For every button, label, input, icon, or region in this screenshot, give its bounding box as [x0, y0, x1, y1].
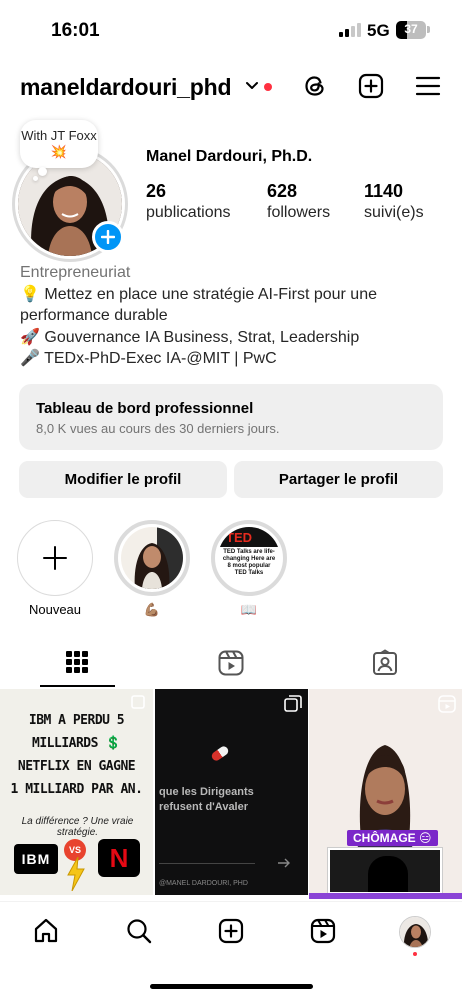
bio-line: 🎤 TEDx-PhD-Exec IA-@MIT | PwC	[20, 350, 277, 367]
post-title-line: 1 MILLIARD PAR AN.	[10, 782, 143, 797]
highlight-label: 📖	[240, 602, 258, 617]
stat-label: suivi(e)s	[364, 204, 424, 221]
add-story-button[interactable]	[92, 221, 124, 253]
bio-line: 💡 Mettez en place une stratégie AI-First…	[20, 285, 377, 325]
battery-level: 37	[404, 22, 418, 36]
reel-progress-bar	[309, 893, 462, 899]
stat-publications[interactable]: 26 publications	[146, 180, 231, 224]
search-icon[interactable]	[124, 916, 154, 946]
edit-profile-button[interactable]: Modifier le profil	[19, 461, 227, 498]
highlight-cover	[121, 527, 183, 589]
pill-icon	[210, 744, 230, 763]
menu-icon[interactable]	[414, 72, 442, 100]
highlight-label: Nouveau	[28, 602, 82, 617]
reels-icon	[218, 650, 244, 676]
username-switcher[interactable]: maneldardouri_phd	[20, 74, 231, 101]
post-text-line: refusent d'Avaler	[159, 801, 249, 813]
divider	[159, 863, 255, 864]
reels-nav-icon[interactable]	[308, 916, 338, 946]
battery-icon: 37	[396, 21, 426, 39]
reel-icon	[438, 695, 456, 713]
stat-label: followers	[267, 204, 331, 221]
tab-posts-grid[interactable]	[0, 645, 154, 689]
tab-reels[interactable]	[154, 645, 308, 689]
post-title-line: MILLIARDS 💲	[32, 736, 121, 751]
profile-notification-dot	[413, 952, 417, 956]
ibm-logo: IBM	[14, 844, 58, 874]
highlight-item[interactable]: 💪🏽	[114, 520, 190, 618]
chevron-down-icon[interactable]	[244, 78, 260, 94]
tab-tagged[interactable]	[308, 645, 462, 689]
post-thumbnail[interactable]: CHÔMAGE 😑	[309, 689, 462, 895]
stat-value: 628	[267, 181, 298, 201]
highlight-ring	[17, 520, 93, 596]
highlight-cover-text: TED Talks are life-changing Here are 8 m…	[222, 549, 276, 576]
highlight-new[interactable]: Nouveau	[17, 520, 93, 617]
stat-label: publications	[146, 204, 231, 221]
post-title: IBM A PERDU 5 MILLIARDS 💲 NETFLIX EN GAG…	[4, 709, 149, 801]
netflix-logo: N	[98, 839, 140, 877]
status-time: 16:01	[51, 20, 100, 41]
create-post-icon[interactable]	[216, 916, 246, 946]
professional-dashboard[interactable]: Tableau de bord professionnel 8,0 K vues…	[19, 384, 443, 450]
dashboard-subtitle: 8,0 K vues au cours des 30 derniers jour…	[36, 421, 280, 436]
stat-value: 26	[146, 181, 167, 201]
carousel-icon	[131, 695, 145, 709]
bottom-navigation	[0, 901, 462, 961]
post-thumbnail[interactable]: IBM A PERDU 5 MILLIARDS 💲 NETFLIX EN GAG…	[0, 689, 153, 895]
post-text-line: que les Dirigeants	[159, 786, 254, 798]
active-tab-indicator	[40, 685, 115, 687]
highlight-cover: TED TED Talks are life-changing Here are…	[218, 527, 280, 589]
post-text: que les Dirigeants refusent d'Avaler	[159, 785, 254, 815]
share-profile-button[interactable]: Partager le profil	[234, 461, 443, 498]
bio-line: 🚀 Gouvernance IA Business, Strat, Leader…	[20, 328, 360, 346]
highlight-label: 💪🏽	[143, 602, 161, 617]
notification-dot	[264, 83, 272, 91]
post-subtitle: La différence ? Une vraie stratégie.	[21, 816, 134, 838]
tagged-icon	[373, 649, 397, 675]
stat-following[interactable]: 1140 suivi(e)s	[364, 180, 424, 224]
posts-grid: IBM A PERDU 5 MILLIARDS 💲 NETFLIX EN GAG…	[0, 689, 462, 895]
highlight-ring: TED TED Talks are life-changing Here are…	[211, 520, 287, 596]
post-title-line: IBM A PERDU 5	[28, 713, 125, 728]
note-tail-small	[33, 176, 38, 181]
stat-followers[interactable]: 628 followers	[267, 180, 330, 224]
netflix-logo-text: N	[109, 842, 129, 873]
inset-image	[327, 847, 443, 895]
home-icon[interactable]	[31, 916, 61, 946]
post-thumbnail[interactable]: que les Dirigeants refusent d'Avaler @MA…	[155, 689, 308, 895]
note-tail	[38, 167, 47, 176]
grid-icon	[66, 651, 88, 673]
ted-logo: TED	[226, 530, 252, 545]
carousel-icon	[284, 695, 302, 712]
profile-note[interactable]: With JT Foxx 💥	[20, 120, 98, 168]
profile-tab-avatar[interactable]	[399, 916, 431, 948]
post-badge: CHÔMAGE 😑	[347, 830, 438, 846]
threads-icon[interactable]	[301, 72, 329, 100]
dashboard-title: Tableau de bord professionnel	[36, 400, 254, 417]
plus-icon	[101, 230, 115, 244]
battery-tip	[427, 26, 430, 33]
highlight-ring	[114, 520, 190, 596]
post-title-line: NETFLIX EN GAGNE	[17, 759, 136, 774]
stat-value: 1140	[364, 181, 404, 201]
bio: Entrepreneuriat 💡 Mettez en place une st…	[20, 262, 450, 370]
full-name: Manel Dardouri, Ph.D.	[146, 148, 313, 165]
signal-icon	[339, 22, 361, 37]
profile-header: maneldardouri_phd	[0, 66, 462, 108]
highlight-item[interactable]: TED TED Talks are life-changing Here are…	[211, 520, 287, 618]
network-label: 5G	[367, 21, 390, 40]
plus-icon	[43, 546, 67, 570]
home-indicator[interactable]	[150, 984, 313, 989]
create-icon[interactable]	[357, 72, 385, 100]
content-tabs	[0, 645, 462, 689]
ibm-logo-text: IBM	[21, 851, 51, 867]
lightning-icon	[67, 857, 85, 891]
bio-category: Entrepreneuriat	[20, 264, 131, 281]
status-bar: 16:01 5G 37	[0, 0, 462, 56]
post-handle: @MANEL DARDOURI, PHD	[159, 880, 248, 887]
arrow-right-icon	[278, 858, 290, 868]
